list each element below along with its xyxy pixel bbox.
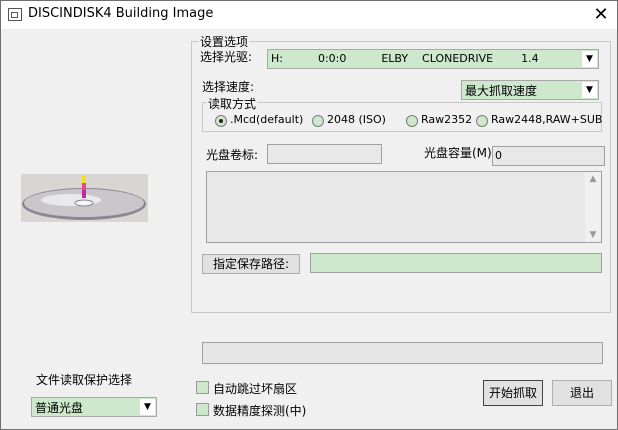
capacity-field-value: 0 xyxy=(495,149,502,162)
title-bar: DISCINDISK4 Building Image ✕ xyxy=(1,1,617,29)
radio-raw2448-label: Raw2448,RAW+SUB xyxy=(491,113,603,126)
close-button[interactable]: ✕ xyxy=(585,1,617,29)
chevron-down-icon[interactable]: ▼ xyxy=(582,82,597,98)
speed-label: 选择速度: xyxy=(202,80,255,94)
app-window: DISCINDISK4 Building Image ✕ 设置选项 选择光驱: … xyxy=(0,0,618,430)
auto-skip-label: 自动跳过坏扇区 xyxy=(213,382,298,396)
drive-select-value: H: 0:0:0 ELBY CLONEDRIVE 1.4 xyxy=(271,52,539,65)
chevron-down-icon[interactable]: ▼ xyxy=(582,51,597,67)
radio-mcd-label: .Mcd(default) xyxy=(230,113,304,126)
window-title: DISCINDISK4 Building Image xyxy=(28,6,214,21)
capacity-label: 光盘容量(M): xyxy=(424,146,496,160)
radio-raw2352-label: Raw2352 xyxy=(421,113,473,126)
chevron-down-icon[interactable]: ▼ xyxy=(140,399,155,415)
read-mode-title: 读取方式 xyxy=(207,95,258,112)
speed-select[interactable]: 最大抓取速度 ▼ xyxy=(461,80,599,100)
radio-iso-label: 2048 (ISO) xyxy=(327,113,386,126)
protection-select-value: 普通光盘 xyxy=(35,401,84,415)
exit-button[interactable]: 退出 xyxy=(552,380,612,406)
volume-field[interactable] xyxy=(267,144,382,164)
radio-selected-dot xyxy=(219,119,223,123)
scroll-up-icon[interactable]: ▲ xyxy=(585,174,601,184)
volume-label: 光盘卷标: xyxy=(206,148,259,162)
app-icon xyxy=(8,8,22,21)
start-button-label: 开始抓取 xyxy=(488,386,537,400)
progress-bar xyxy=(202,342,603,364)
disc-image xyxy=(21,174,148,222)
info-textarea[interactable]: ▲ ▼ xyxy=(206,171,602,243)
speed-select-value: 最大抓取速度 xyxy=(465,84,538,98)
start-button[interactable]: 开始抓取 xyxy=(483,380,543,406)
drive-select[interactable]: H: 0:0:0 ELBY CLONEDRIVE 1.4 ▼ xyxy=(267,49,599,69)
precision-detect-label: 数据精度探测(中) xyxy=(213,404,307,418)
save-path-field[interactable] xyxy=(310,253,602,273)
capacity-field[interactable]: 0 xyxy=(492,146,605,166)
info-scrollbar[interactable]: ▲ ▼ xyxy=(585,172,601,242)
save-path-button-label: 指定保存路径: xyxy=(212,257,290,271)
exit-button-label: 退出 xyxy=(569,386,594,400)
protection-select[interactable]: 普通光盘 ▼ xyxy=(31,397,157,417)
drive-label: 选择光驱: xyxy=(200,50,253,64)
save-path-button[interactable]: 指定保存路径: xyxy=(202,254,300,274)
protection-label: 文件读取保护选择 xyxy=(36,373,133,387)
cd-icon xyxy=(22,176,146,220)
scroll-down-icon[interactable]: ▼ xyxy=(585,230,601,240)
